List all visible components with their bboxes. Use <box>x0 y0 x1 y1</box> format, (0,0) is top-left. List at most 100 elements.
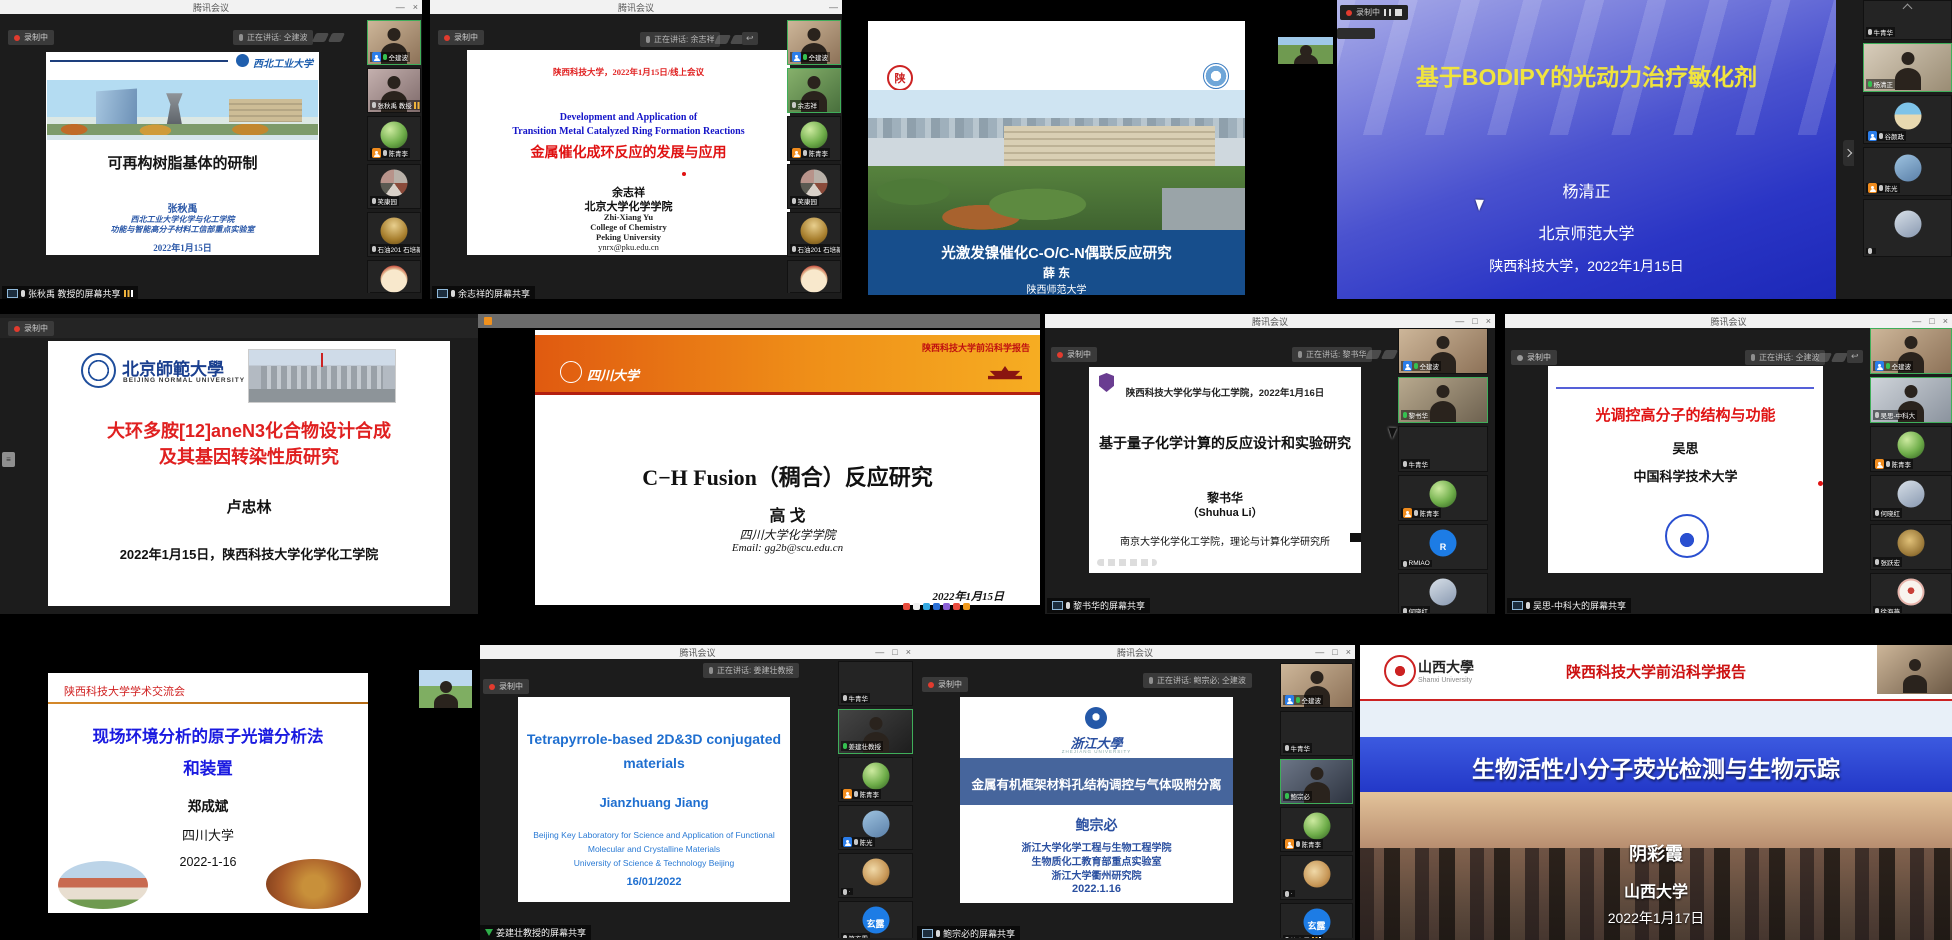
participant-tile[interactable]: 牛青华 <box>1280 711 1353 756</box>
recording-indicator[interactable]: 录制中 <box>8 30 54 45</box>
maximize-button[interactable]: □ <box>1929 316 1934 326</box>
webcam-thumbnail[interactable] <box>1278 37 1333 64</box>
participant-tile[interactable]: 陈青李 <box>1398 475 1488 521</box>
screen-icon <box>7 289 18 298</box>
participant-tile[interactable]: · <box>1280 855 1353 900</box>
recording-indicator[interactable]: 录制中 <box>1511 350 1557 365</box>
participant-tile[interactable]: R RMIAO <box>1398 524 1488 570</box>
screenshot-xuedong: 陕 光激发镍催化C-O/C-N偶联反应研究 薛 东 陕西师范大学 <box>845 0 1337 299</box>
recording-indicator[interactable]: 录制中 <box>483 679 529 694</box>
participant-tile[interactable]: 谷颜政 <box>1863 95 1952 144</box>
participant-tile[interactable]: 笑康园 <box>787 164 841 209</box>
taskbar-icon[interactable] <box>923 603 930 610</box>
return-button[interactable]: ↩ <box>1847 350 1863 363</box>
participant-tile[interactable]: 杨清正 <box>1863 43 1952 92</box>
participant-tile[interactable]: 陈光 <box>838 805 913 850</box>
participant-tile[interactable]: 吴思-中科大 <box>1870 377 1952 423</box>
participant-tile[interactable]: 陈光 <box>1863 147 1952 196</box>
close-button[interactable]: × <box>1346 647 1351 657</box>
participant-name: 陈青李 <box>860 789 880 799</box>
taskbar-icon[interactable] <box>903 603 910 610</box>
participant-tile[interactable]: 仝建波 <box>787 20 841 65</box>
meeting-window-jiang: 腾讯会议 — □ × 正在讲话: 姜建壮教授 录制中 Tetrapyrrole-… <box>480 645 915 940</box>
titlebar: 腾讯会议 — □ × <box>480 645 915 659</box>
maximize-button[interactable]: □ <box>892 647 897 657</box>
pale-band <box>1360 701 1952 737</box>
participant-tile[interactable]: 陈青李 <box>1870 426 1952 472</box>
minimize-button[interactable]: — <box>1315 647 1324 657</box>
participant-tile[interactable]: 材料应化18罗玉萍 <box>367 260 421 293</box>
collapse-chevron-icon[interactable] <box>1864 1 1951 11</box>
participant-tile[interactable]: 仝建波 <box>1280 663 1353 708</box>
taskbar-icon[interactable] <box>963 603 970 610</box>
speaker-name: 杨清正 <box>1337 178 1836 202</box>
taskbar-icon[interactable] <box>943 603 950 610</box>
participant-tile[interactable]: 张秋禹 教授 <box>367 68 421 113</box>
slide-date: 16/01/2022 <box>518 876 790 888</box>
minimize-button[interactable]: — <box>396 2 405 12</box>
participant-tile[interactable]: 何晓红 <box>1398 573 1488 613</box>
taskbar-icon[interactable] <box>933 603 940 610</box>
slide-title: 光激发镍催化C-O/C-N偶联反应研究 <box>868 242 1245 263</box>
participant-tile[interactable]: 陈青李 <box>367 116 421 161</box>
participant-tile[interactable]: 仝建波 <box>1870 328 1952 374</box>
minimize-button[interactable]: — <box>1455 316 1464 326</box>
webcam-thumbnail[interactable] <box>419 670 472 708</box>
close-button[interactable]: × <box>906 647 911 657</box>
close-button[interactable]: × <box>1943 316 1948 326</box>
mic-icon <box>843 743 847 749</box>
participant-tile[interactable]: 笑康园 <box>367 164 421 209</box>
participant-tile[interactable]: 何晓红 <box>1870 475 1952 521</box>
pause-button[interactable] <box>1384 9 1391 16</box>
recording-indicator[interactable]: 录制中 <box>922 677 968 692</box>
maximize-button[interactable]: □ <box>1332 647 1337 657</box>
recording-indicator[interactable]: 录制中 <box>8 321 54 336</box>
maximize-button[interactable]: □ <box>1472 316 1477 326</box>
slide-rule <box>48 702 368 704</box>
sidebar-collapse-button[interactable] <box>1843 140 1854 166</box>
close-button[interactable]: × <box>1486 316 1491 326</box>
participant-tile[interactable]: 玄露 笑玄露 <box>838 901 913 938</box>
stop-button[interactable] <box>1395 9 1402 16</box>
participant-name-chip <box>1866 248 1876 254</box>
scu-seal-icon <box>560 361 582 383</box>
participant-name: 张跃宏 <box>1881 557 1901 567</box>
participant-tile[interactable]: 石油201 石培新 <box>367 212 421 257</box>
participant-tile[interactable]: 张跃宏 <box>1870 524 1952 570</box>
member-badge-icon <box>843 789 852 799</box>
menu-handle-icon[interactable]: ≡ <box>2 452 15 467</box>
minimize-button[interactable]: — <box>829 2 838 12</box>
participant-tile[interactable]: 黎书华 <box>1398 377 1488 423</box>
participant-tile[interactable] <box>1863 199 1952 257</box>
participant-tile[interactable]: 材料应化18罗玉萍 <box>787 260 841 293</box>
minimize-button[interactable]: — <box>1912 316 1921 326</box>
email: ynrx@pku.edu.cn <box>467 242 790 252</box>
participant-tile[interactable]: 陈青李 <box>787 116 841 161</box>
participant-tile[interactable]: 牛青华 <box>1863 0 1952 40</box>
window-controls: — <box>829 0 838 14</box>
taskbar-icon[interactable] <box>913 603 920 610</box>
participant-name-chip: 陈光 <box>841 837 875 847</box>
recording-indicator[interactable]: 录制中 <box>1051 347 1097 362</box>
return-button[interactable]: ↩ <box>742 32 758 45</box>
minimize-button[interactable]: — <box>875 647 884 657</box>
participant-tile[interactable]: 姜建壮教授 <box>838 709 913 754</box>
participant-tile[interactable]: 余志祥 <box>787 68 841 113</box>
participant-tile[interactable]: 石油201 石培新 <box>787 212 841 257</box>
participant-tile[interactable]: 仝建波 <box>1398 328 1488 374</box>
participant-tile[interactable]: 仝建波 <box>367 20 421 65</box>
participant-tile[interactable]: 牛青华 <box>1398 426 1488 472</box>
participant-tile[interactable]: 陈青李 <box>838 757 913 802</box>
member-badge-icon <box>1403 361 1412 371</box>
participant-tile[interactable]: · <box>838 853 913 898</box>
webcam-thumbnail[interactable] <box>1877 645 1952 694</box>
participants-sidebar: 仝建波 张秋禹 教授 <box>367 20 421 293</box>
recording-indicator[interactable]: 录制中 <box>438 30 484 45</box>
participant-tile[interactable]: 陈青李 <box>1280 807 1353 852</box>
taskbar-icon[interactable] <box>953 603 960 610</box>
participant-tile[interactable]: 徐海燕 <box>1870 573 1952 613</box>
participant-tile[interactable]: 牛青华 <box>838 661 913 706</box>
close-button[interactable]: × <box>413 2 418 12</box>
participant-tile[interactable]: 鲍宗必 <box>1280 759 1353 804</box>
participant-tile[interactable]: 玄露 笑玄露 <box>1280 903 1353 938</box>
